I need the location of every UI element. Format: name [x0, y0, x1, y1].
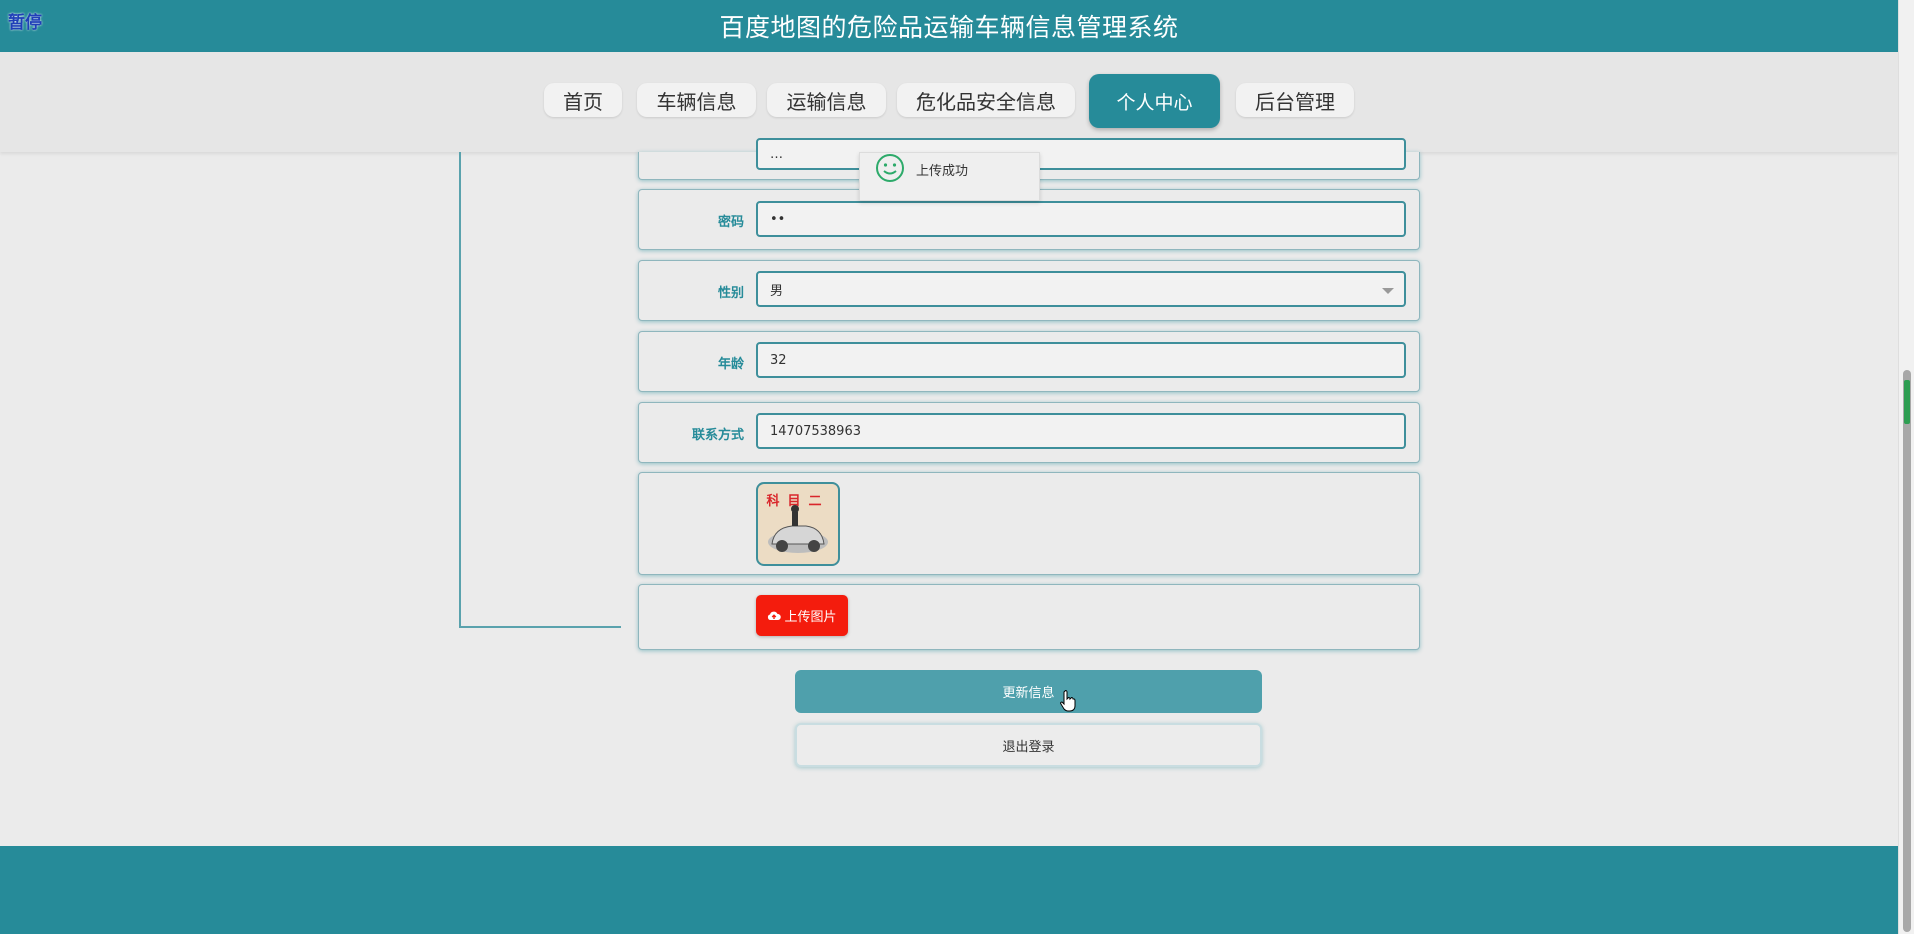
age-input[interactable]: 32: [756, 342, 1406, 378]
hand-cursor-icon: [1060, 690, 1076, 712]
upload-image-label: 上传图片: [784, 610, 837, 625]
form-row-gender: 性别 男: [638, 260, 1420, 321]
password-value: ••: [770, 211, 786, 227]
gender-select[interactable]: 男: [756, 271, 1406, 307]
footer-bar: [0, 846, 1898, 934]
avatar-image[interactable]: 科目二: [756, 482, 840, 566]
form-row-avatar: 科目二: [638, 472, 1420, 575]
nav-personal-center[interactable]: 个人中心: [1089, 74, 1220, 128]
car-illustration: [768, 505, 828, 553]
sidebar-frame: [459, 152, 621, 628]
phone-input[interactable]: 14707538963: [756, 413, 1406, 449]
logout-label: 退出登录: [1002, 739, 1055, 755]
toast-message: 上传成功: [916, 164, 969, 179]
cloud-upload-icon: [768, 611, 782, 620]
gender-label: 性别: [717, 286, 744, 301]
nav-hazmat-safety[interactable]: 危化品安全信息: [897, 83, 1075, 117]
pause-badge[interactable]: 暂停: [8, 8, 42, 33]
nav-transport-info[interactable]: 运输信息: [767, 83, 886, 117]
age-label: 年龄: [717, 357, 744, 372]
smiley-icon: [876, 154, 904, 182]
nav-transport-info-label: 运输信息: [786, 89, 867, 114]
form-row-phone: 联系方式 14707538963: [638, 402, 1420, 463]
password-input[interactable]: ••: [756, 201, 1406, 237]
nav-bar: 首页 车辆信息 运输信息 危化品安全信息 个人中心 后台管理: [0, 52, 1898, 152]
nav-admin-label: 后台管理: [1255, 89, 1335, 114]
page-title: 百度地图的危险品运输车辆信息管理系统: [719, 13, 1179, 42]
partial-input-value: …: [770, 146, 783, 162]
logout-button[interactable]: 退出登录: [795, 723, 1262, 767]
phone-label: 联系方式: [691, 428, 744, 443]
form-row-upload: 上传图片: [638, 584, 1420, 650]
nav-personal-center-label: 个人中心: [1116, 91, 1193, 114]
update-info-label: 更新信息: [1002, 686, 1055, 701]
nav-home-label: 首页: [563, 89, 603, 114]
chevron-down-icon: [1382, 288, 1394, 294]
password-label: 密码: [717, 215, 744, 230]
phone-value: 14707538963: [770, 423, 861, 439]
page-scrollbar[interactable]: [1898, 0, 1914, 934]
nav-home[interactable]: 首页: [544, 83, 622, 117]
upload-image-button[interactable]: 上传图片: [756, 595, 848, 636]
nav-hazmat-safety-label: 危化品安全信息: [916, 89, 1056, 114]
age-value: 32: [770, 352, 787, 368]
upload-success-toast: 上传成功: [859, 152, 1040, 201]
gender-value: 男: [770, 283, 784, 299]
scrollbar-grip: [1904, 380, 1910, 424]
partial-input[interactable]: …: [756, 138, 1406, 170]
header-bar: 百度地图的危险品运输车辆信息管理系统: [0, 0, 1898, 52]
update-info-button[interactable]: 更新信息: [795, 670, 1262, 713]
nav-vehicle-info-label: 车辆信息: [656, 89, 737, 114]
scrollbar-thumb[interactable]: [1903, 370, 1911, 932]
nav-vehicle-info[interactable]: 车辆信息: [637, 83, 756, 117]
form-row-age: 年龄 32: [638, 331, 1420, 392]
nav-admin[interactable]: 后台管理: [1236, 83, 1354, 117]
